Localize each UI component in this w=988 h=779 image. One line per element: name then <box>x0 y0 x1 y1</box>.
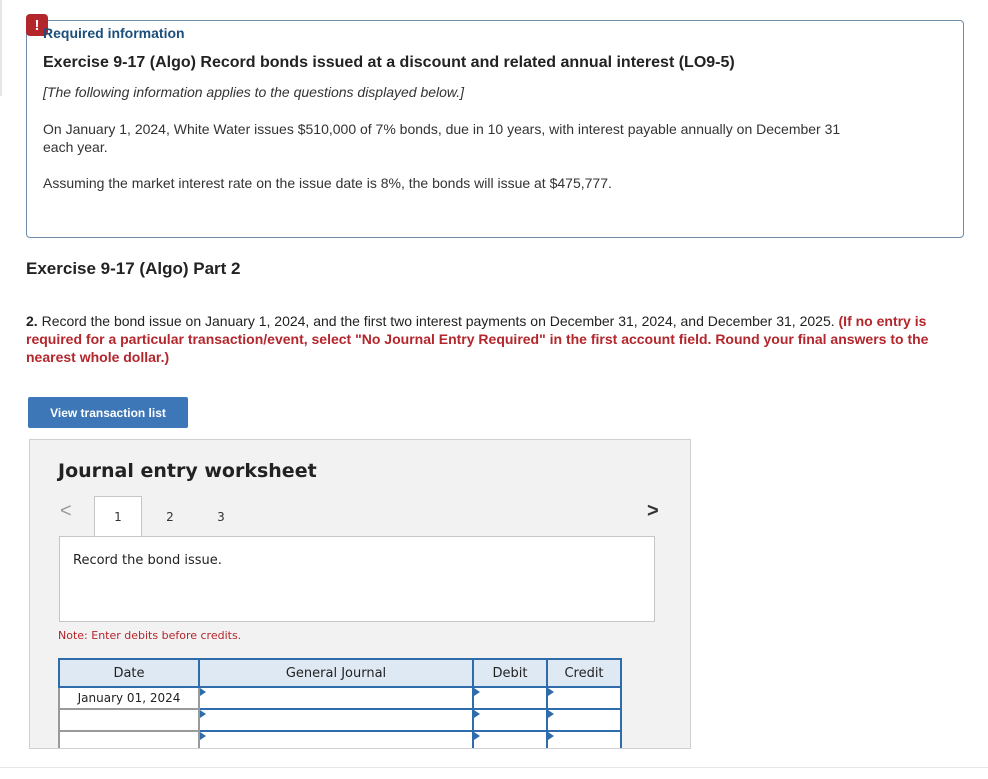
page-bottom-divider <box>0 767 988 768</box>
table-row <box>58 708 622 732</box>
transaction-description: Record the bond issue. <box>73 553 222 568</box>
date-cell <box>58 730 200 748</box>
dropdown-flag-icon <box>200 732 206 740</box>
debit-field[interactable] <box>472 708 548 732</box>
left-edge-divider <box>0 0 2 96</box>
table-row <box>58 730 622 748</box>
chevron-right-icon[interactable]: > <box>647 500 659 523</box>
chevron-left-icon[interactable]: < <box>60 500 72 523</box>
column-header-date: Date <box>58 658 200 688</box>
dropdown-flag-icon <box>548 732 554 740</box>
worksheet-title: Journal entry worksheet <box>58 460 317 482</box>
journal-table: Date General Journal Debit Credit Januar… <box>58 658 622 748</box>
column-header-debit: Debit <box>472 658 548 688</box>
credit-field[interactable] <box>546 708 622 732</box>
debits-note: Note: Enter debits before credits. <box>58 629 242 642</box>
dropdown-flag-icon <box>200 688 206 696</box>
account-field[interactable] <box>198 708 474 732</box>
info-note: [The following information applies to th… <box>43 84 465 100</box>
view-transaction-list-button[interactable]: View transaction list <box>28 397 188 428</box>
dropdown-flag-icon <box>200 710 206 718</box>
tab-1[interactable]: 1 <box>94 496 142 537</box>
part-title: Exercise 9-17 (Algo) Part 2 <box>26 259 241 278</box>
required-info-title: Required information <box>43 25 185 41</box>
dropdown-flag-icon <box>548 688 554 696</box>
question-number: 2. <box>26 313 38 329</box>
credit-field[interactable] <box>546 730 622 748</box>
table-row: January 01, 2024 <box>58 686 622 710</box>
question-text: 2. Record the bond issue on January 1, 2… <box>26 312 956 366</box>
transaction-description-panel: Record the bond issue. <box>59 536 655 622</box>
date-cell <box>58 708 200 732</box>
exercise-heading: Exercise 9-17 (Algo) Record bonds issued… <box>43 54 735 71</box>
dropdown-flag-icon <box>474 732 480 740</box>
journal-entry-worksheet: Journal entry worksheet < 1 2 3 > Record… <box>29 439 691 749</box>
tab-3[interactable]: 3 <box>197 496 245 537</box>
info-paragraph-2: Assuming the market interest rate on the… <box>43 175 612 191</box>
credit-field[interactable] <box>546 686 622 710</box>
column-header-general-journal: General Journal <box>198 658 474 688</box>
question-body: Record the bond issue on January 1, 2024… <box>41 313 835 329</box>
date-cell: January 01, 2024 <box>58 686 200 710</box>
debit-field[interactable] <box>472 730 548 748</box>
tab-2[interactable]: 2 <box>146 496 194 537</box>
account-field[interactable] <box>198 730 474 748</box>
account-field[interactable] <box>198 686 474 710</box>
dropdown-flag-icon <box>548 710 554 718</box>
dropdown-flag-icon <box>474 688 480 696</box>
debit-field[interactable] <box>472 686 548 710</box>
dropdown-flag-icon <box>474 710 480 718</box>
info-paragraph-1: On January 1, 2024, White Water issues $… <box>43 121 841 155</box>
column-header-credit: Credit <box>546 658 622 688</box>
